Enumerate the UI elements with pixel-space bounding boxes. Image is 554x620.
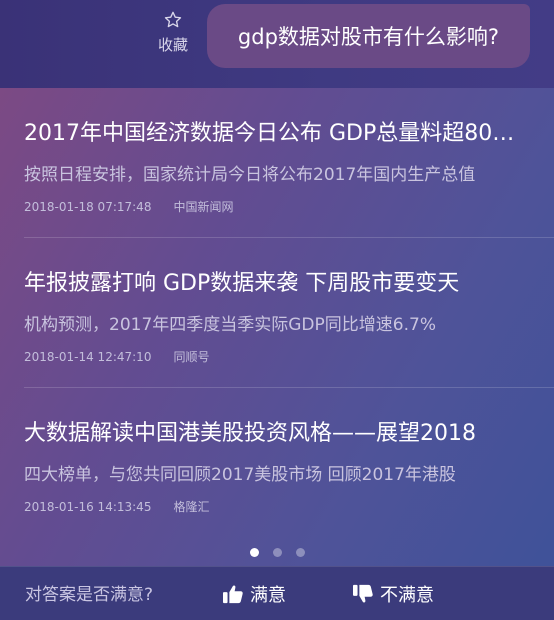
result-source: 格隆汇 [173, 500, 210, 514]
result-card[interactable]: 2017年中国经济数据今日公布 GDP总量料超80万亿 按照日程安排，国家统计局… [0, 88, 554, 238]
result-meta: 2018-01-14 12:47:10 同顺号 [24, 349, 209, 365]
result-card[interactable]: 大数据解读中国港美股投资风格——展望2018 四大榜单，与您共同回顾2017美股… [0, 388, 554, 538]
favorite-button[interactable]: 收藏 [150, 10, 196, 55]
feedback-question: 对答案是否满意? [25, 585, 154, 605]
result-meta: 2018-01-18 07:17:48 中国新闻网 [24, 199, 233, 215]
favorite-label: 收藏 [157, 36, 188, 54]
unsatisfied-button[interactable]: 不满意 [352, 581, 434, 607]
header-bar: 收藏 gdp数据对股市有什么影响? [0, 0, 554, 88]
results-panel: 2017年中国经济数据今日公布 GDP总量料超80万亿 按照日程安排，国家统计局… [0, 88, 554, 566]
result-timestamp: 2018-01-16 14:13:45 [24, 500, 152, 514]
page-dot-2[interactable] [272, 548, 282, 557]
result-title[interactable]: 年报披露打响 GDP数据来袭 下周股市要变天 [24, 269, 529, 299]
thumbs-down-icon [353, 584, 373, 603]
result-snippet: 四大榜单，与您共同回顾2017美股市场 回顾2017年港股 [24, 465, 456, 485]
page-dot-1[interactable] [249, 548, 259, 557]
star-outline-icon [150, 10, 196, 32]
result-meta: 2018-01-16 14:13:45 格隆汇 [24, 499, 209, 515]
satisfied-button[interactable]: 满意 [222, 581, 286, 607]
result-timestamp: 2018-01-14 12:47:10 [24, 350, 152, 364]
satisfied-label: 满意 [250, 585, 286, 606]
result-title[interactable]: 大数据解读中国港美股投资风格——展望2018 [24, 419, 529, 449]
query-bubble: gdp数据对股市有什么影响? [207, 4, 530, 68]
result-source: 同顺号 [173, 350, 210, 364]
result-title[interactable]: 2017年中国经济数据今日公布 GDP总量料超80万亿 [24, 119, 529, 149]
result-timestamp: 2018-01-18 07:17:48 [24, 200, 152, 214]
pagination-dots [0, 542, 554, 557]
result-card[interactable]: 年报披露打响 GDP数据来袭 下周股市要变天 机构预测，2017年四季度当季实际… [0, 238, 554, 388]
thumbs-up-icon [223, 585, 243, 604]
result-source: 中国新闻网 [173, 200, 234, 214]
result-snippet: 按照日程安排，国家统计局今日将公布2017年国内生产总值 [24, 165, 476, 185]
unsatisfied-label: 不满意 [380, 585, 434, 606]
result-snippet: 机构预测，2017年四季度当季实际GDP同比增速6.7% [24, 315, 436, 335]
feedback-bar: 对答案是否满意? 满意 不满意 [0, 566, 554, 620]
page-dot-3[interactable] [295, 548, 305, 557]
